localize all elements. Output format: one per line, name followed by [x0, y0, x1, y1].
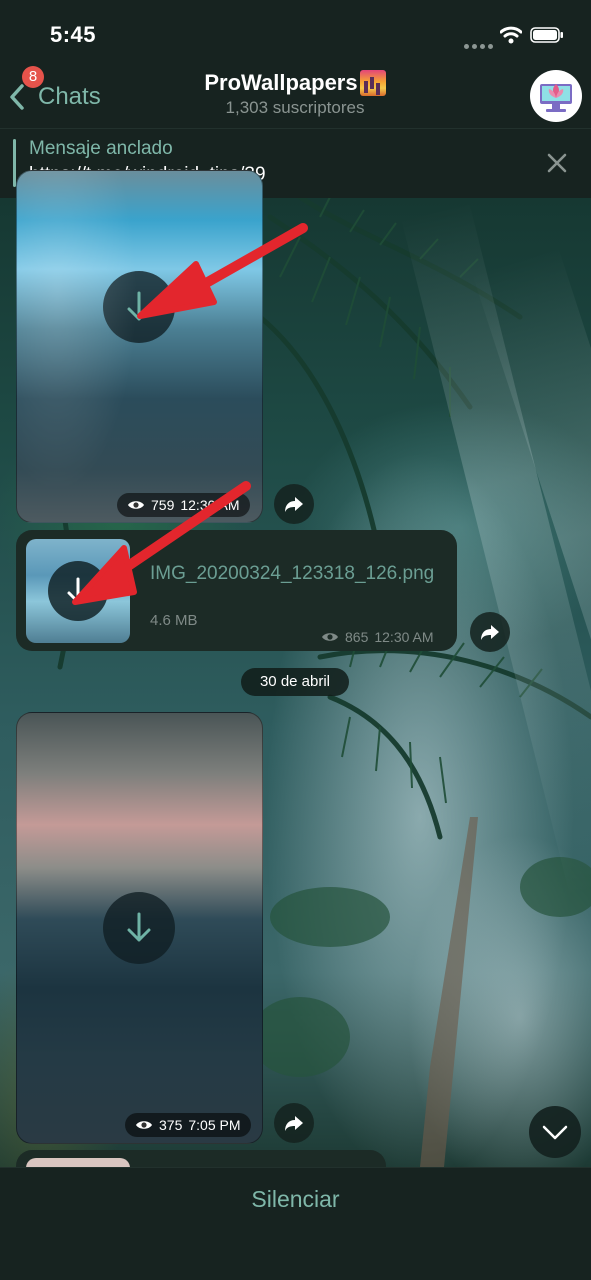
channel-title: ProWallpapers [204, 70, 358, 95]
eye-icon [128, 501, 144, 509]
pinned-accent-bar [13, 139, 16, 187]
file-size: 4.6 MB [150, 612, 198, 629]
share-button[interactable] [274, 1103, 314, 1143]
message-time: 7:05 PM [188, 1117, 241, 1133]
subscriber-count: 1,303 suscriptores [225, 98, 365, 117]
message-time: 12:30 AM [374, 629, 434, 645]
channel-title-row: ProWallpapers [204, 70, 386, 96]
chat-header: Chats 8 ProWallpapers 1,303 suscriptores [0, 64, 591, 128]
share-button[interactable] [470, 612, 510, 652]
message-meta: 865 12:30 AM [321, 629, 434, 645]
download-button[interactable] [103, 271, 175, 343]
message-meta: 375 7:05 PM [125, 1113, 251, 1137]
eye-icon [136, 1121, 152, 1129]
photo-message[interactable]: 759 12:30 AM [16, 170, 263, 523]
unread-badge: 8 [22, 66, 44, 88]
city-sunset-emoji-icon [359, 70, 386, 96]
share-arrow-icon [481, 625, 499, 640]
download-arrow-icon [127, 912, 151, 942]
computer-plant-icon [540, 84, 572, 112]
file-thumbnail[interactable] [26, 539, 130, 643]
bottom-bar: Silenciar [0, 1167, 591, 1280]
share-button[interactable] [274, 484, 314, 524]
channel-title-area[interactable]: ProWallpapers 1,303 suscriptores [150, 70, 440, 118]
message-meta: 759 12:30 AM [117, 493, 250, 517]
photo-message[interactable]: 375 7:05 PM [16, 712, 263, 1144]
file-name: IMG_20200324_123318_126.png [150, 563, 435, 584]
chevron-left-icon [10, 84, 24, 110]
telegram-channel-screen: 5:45 Chats 8 ProWallpapers 1,303 suscrip… [0, 0, 591, 1280]
scroll-to-bottom-button[interactable] [529, 1106, 581, 1158]
back-button[interactable]: Chats [8, 82, 101, 112]
share-arrow-icon [285, 1116, 303, 1131]
battery-icon [530, 27, 563, 43]
download-arrow-icon [67, 577, 89, 604]
eye-icon [322, 633, 338, 641]
view-count: 865 [345, 629, 369, 645]
mute-button[interactable]: Silenciar [0, 1186, 591, 1213]
close-icon[interactable] [544, 150, 570, 176]
signal-dots-icon [464, 36, 496, 49]
channel-avatar[interactable] [530, 70, 582, 122]
pinned-label: Mensaje anclado [29, 138, 173, 159]
back-label: Chats [38, 83, 101, 110]
view-count: 375 [159, 1117, 183, 1133]
download-button[interactable] [48, 561, 108, 621]
message-time: 12:30 AM [180, 497, 240, 513]
file-message[interactable]: IMG_20200324_123318_126.png 4.6 MB 865 1… [16, 530, 457, 651]
view-count: 759 [151, 497, 175, 513]
share-arrow-icon [285, 497, 303, 512]
download-button[interactable] [103, 892, 175, 964]
date-separator: 30 de abril [241, 668, 349, 696]
wifi-icon [500, 26, 522, 44]
chevron-down-icon [542, 1125, 568, 1140]
download-arrow-icon [127, 291, 151, 321]
status-time: 5:45 [50, 22, 97, 47]
status-bar: 5:45 [0, 0, 591, 64]
